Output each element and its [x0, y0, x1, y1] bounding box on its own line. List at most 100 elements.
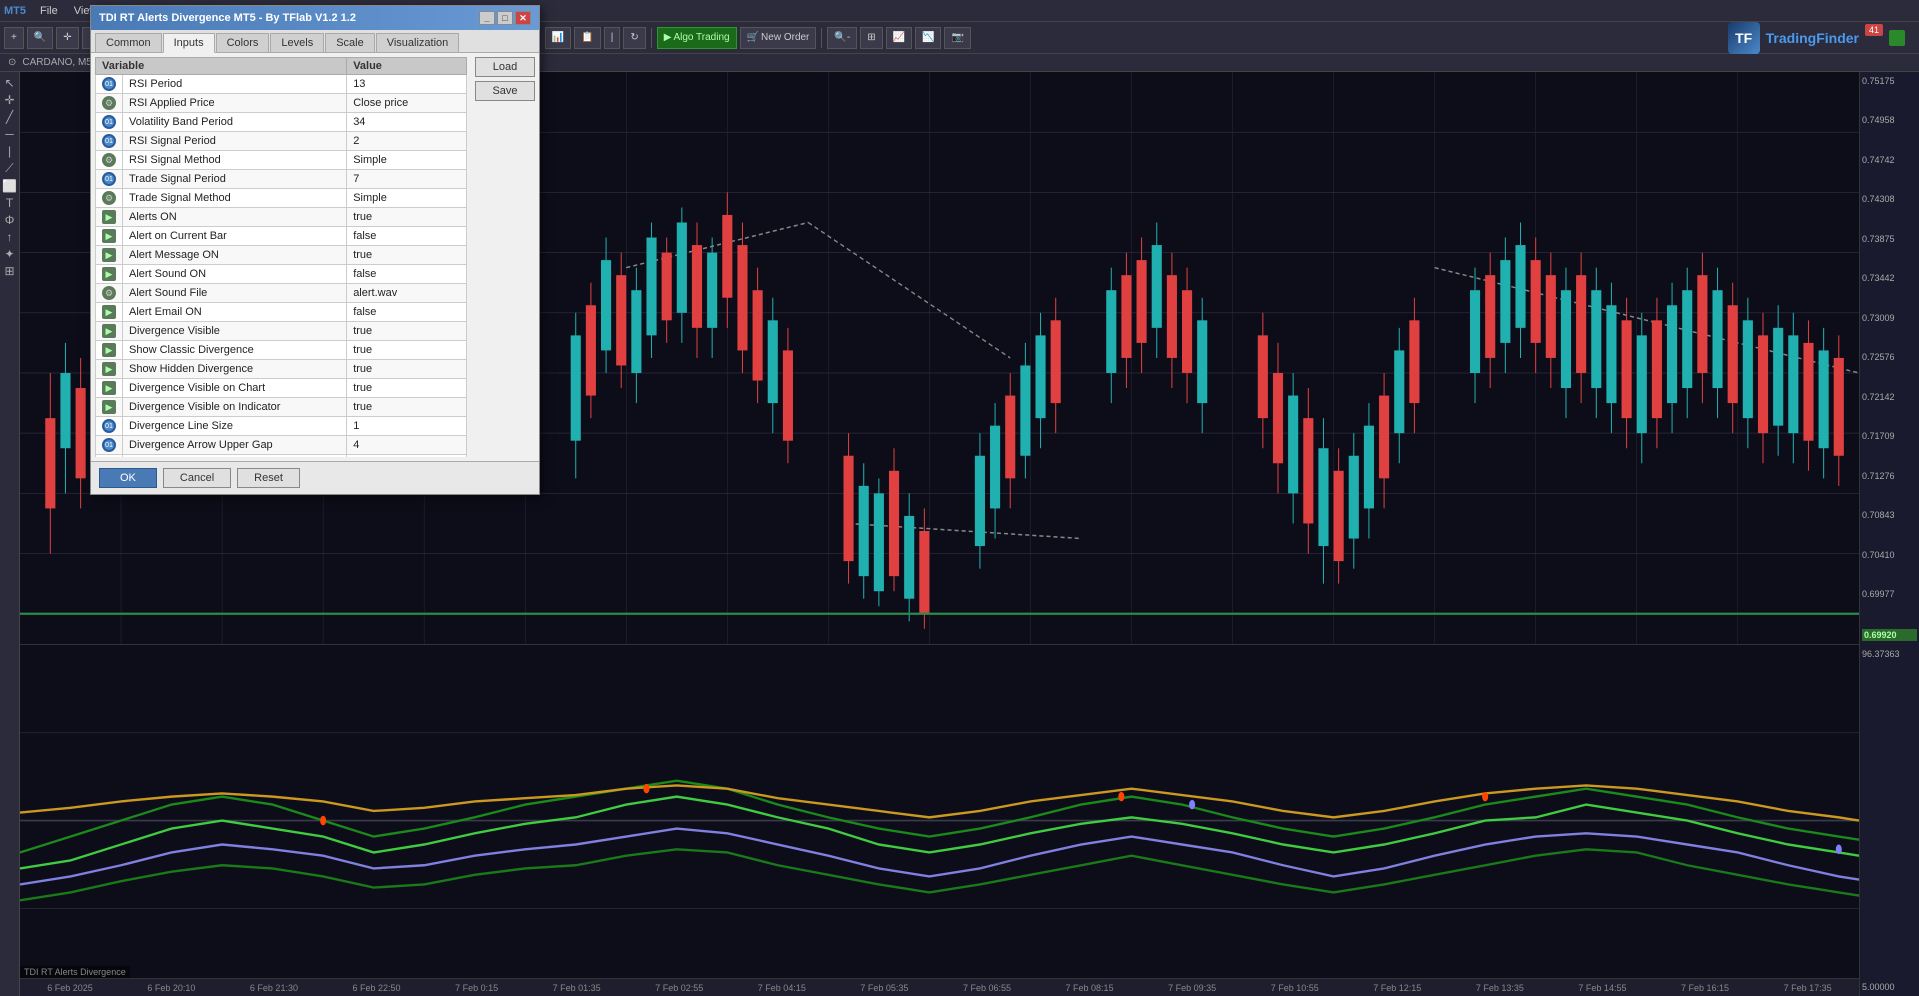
price-axis: 0.75175 0.74958 0.74742 0.74308 0.73875 … [1859, 72, 1919, 645]
tab-visualization[interactable]: Visualization [376, 33, 460, 52]
row-icon: ▶ [102, 324, 116, 338]
zoom-out-button[interactable]: 🔍- [827, 27, 857, 49]
table-row[interactable]: 01Divergence Line Size1 [96, 417, 467, 436]
table-row[interactable]: ▶Divergence Visible on Indicatortrue [96, 398, 467, 417]
modal-body: Variable Value 01RSI Period13⚙RSI Applie… [91, 53, 539, 461]
row-variable: Alert Sound ON [123, 265, 347, 284]
table-row[interactable]: ▶Alert on Current Barfalse [96, 227, 467, 246]
table-row[interactable]: ▶Show Classic Divergencetrue [96, 341, 467, 360]
status-icon: ⊙ [8, 57, 16, 68]
table-row[interactable]: ▶Alerts ONtrue [96, 208, 467, 227]
reset-button[interactable]: Reset [237, 468, 300, 488]
new-chart-button[interactable]: + [4, 27, 24, 49]
row-variable: Divergence Arrow Lower Gap [123, 455, 347, 458]
row-value: true [347, 208, 467, 227]
row-variable: Divergence Visible on Indicator [123, 398, 347, 417]
indicator-axis: 96.37363 5.00000 [1859, 645, 1919, 996]
vline-tool[interactable]: | [1, 144, 19, 158]
template-button[interactable]: 📋 [574, 27, 600, 49]
tab-levels[interactable]: Levels [270, 33, 324, 52]
gann-tool[interactable]: ✦ [1, 247, 19, 261]
refresh-button[interactable]: ↻ [623, 27, 645, 49]
arrow-tool[interactable]: ↖ [1, 76, 19, 90]
table-row[interactable]: ▶Alert Email ONfalse [96, 303, 467, 322]
new-order-button[interactable]: 🛒 New Order [740, 27, 817, 49]
row-variable: Divergence Visible on Chart [123, 379, 347, 398]
hline-tool[interactable]: ─ [1, 127, 19, 141]
row-variable: Divergence Visible [123, 322, 347, 341]
row-value: 4 [347, 455, 467, 458]
row-value: Close price [347, 94, 467, 113]
table-row[interactable]: ⚙Alert Sound Filealert.wav [96, 284, 467, 303]
save-button[interactable]: Save [475, 81, 535, 101]
grid-button[interactable]: ⊞ [860, 27, 882, 49]
algo-trading-button[interactable]: ▶ Algo Trading [657, 27, 737, 49]
row-variable: Show Hidden Divergence [123, 360, 347, 379]
table-row[interactable]: 01RSI Period13 [96, 75, 467, 94]
table-row[interactable]: 01Volatility Band Period34 [96, 113, 467, 132]
cancel-button[interactable]: Cancel [163, 468, 231, 488]
row-variable: Show Classic Divergence [123, 341, 347, 360]
row-variable: RSI Signal Method [123, 151, 347, 170]
maximize-button[interactable]: □ [497, 11, 513, 25]
fib-tool[interactable]: Φ [1, 213, 19, 227]
row-value: true [347, 322, 467, 341]
row-icon: 01 [102, 172, 116, 186]
text-tool[interactable]: T [1, 196, 19, 210]
table-row[interactable]: ⚙RSI Applied PriceClose price [96, 94, 467, 113]
modal-titlebar[interactable]: TDI RT Alerts Divergence MT5 - By TFlab … [91, 6, 539, 30]
modal-title: TDI RT Alerts Divergence MT5 - By TFlab … [99, 12, 356, 24]
crosshair-button[interactable]: ✛ [56, 27, 78, 49]
tab-common[interactable]: Common [95, 33, 162, 52]
zoom-in-button[interactable]: 🔍 [27, 27, 53, 49]
modal-footer-buttons: OK Cancel Reset [99, 468, 300, 488]
row-value: 2 [347, 132, 467, 151]
row-variable: Alert on Current Bar [123, 227, 347, 246]
channel-tool[interactable]: ⟋ [1, 161, 19, 176]
table-row[interactable]: ▶Show Hidden Divergencetrue [96, 360, 467, 379]
tab-colors[interactable]: Colors [216, 33, 270, 52]
line-tool[interactable]: ╱ [1, 110, 19, 124]
load-button[interactable]: Load [475, 57, 535, 77]
minimize-button[interactable]: _ [479, 11, 495, 25]
menu-file[interactable]: File [32, 3, 66, 19]
row-variable: Alert Message ON [123, 246, 347, 265]
table-row[interactable]: ▶Alert Sound ONfalse [96, 265, 467, 284]
indicator-chart[interactable] [20, 645, 1859, 996]
table-row[interactable]: ⚙Trade Signal MethodSimple [96, 189, 467, 208]
tab-scale[interactable]: Scale [325, 33, 375, 52]
arrow-up-tool[interactable]: ↑ [1, 230, 19, 244]
close-button[interactable]: ✕ [515, 11, 531, 25]
table-row[interactable]: ▶ Divergence Visibletrue [96, 322, 467, 341]
table-row[interactable]: 01Divergence Arrow Upper Gap4 [96, 436, 467, 455]
row-value: true [347, 341, 467, 360]
expand-tool[interactable]: ⊞ [1, 264, 19, 278]
screenshot-button[interactable]: 📷 [944, 27, 970, 49]
row-icon: ▶ [102, 305, 116, 319]
modal-footer: OK Cancel Reset [91, 461, 539, 494]
chart-type-button[interactable]: 📊 [545, 27, 571, 49]
param-table-container[interactable]: Variable Value 01RSI Period13⚙RSI Applie… [95, 57, 467, 457]
row-icon: ⚙ [102, 153, 116, 167]
table-row[interactable]: ▶Alert Message ONtrue [96, 246, 467, 265]
table-row[interactable]: 01RSI Signal Period2 [96, 132, 467, 151]
crosshair-tool[interactable]: ✛ [1, 93, 19, 107]
row-variable: Trade Signal Method [123, 189, 347, 208]
row-value: 34 [347, 113, 467, 132]
app-icon: MT5 [4, 5, 26, 17]
table-row[interactable]: 01Trade Signal Period7 [96, 170, 467, 189]
row-value: true [347, 398, 467, 417]
modal-dialog[interactable]: TDI RT Alerts Divergence MT5 - By TFlab … [90, 5, 540, 495]
tab-inputs[interactable]: Inputs [163, 33, 215, 53]
vol-button[interactable]: 📈 [886, 27, 912, 49]
ok-button[interactable]: OK [99, 468, 157, 488]
col-variable: Variable [96, 58, 347, 75]
separator-5 [821, 28, 822, 48]
table-row[interactable]: 01Divergence Arrow Lower Gap4 [96, 455, 467, 458]
table-row[interactable]: ⚙RSI Signal MethodSimple [96, 151, 467, 170]
period-sep-button[interactable]: | [604, 27, 621, 49]
indicator-list-button[interactable]: 📉 [915, 27, 941, 49]
row-value: false [347, 227, 467, 246]
rect-tool[interactable]: ⬜ [1, 179, 19, 193]
table-row[interactable]: ▶Divergence Visible on Charttrue [96, 379, 467, 398]
